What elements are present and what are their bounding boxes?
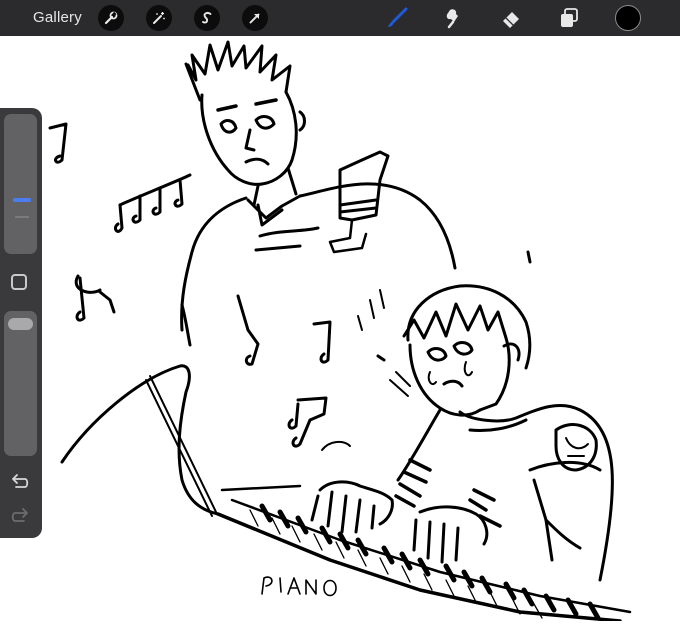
smudge-icon (446, 9, 458, 29)
undo-button[interactable] (9, 472, 31, 492)
modifier-square-icon[interactable] (11, 274, 27, 290)
sketch-artwork (48, 40, 632, 623)
brush-size-thumb[interactable] (13, 198, 31, 202)
actions-wrench-button[interactable] (98, 5, 124, 31)
brush-size-slider[interactable] (4, 114, 37, 254)
drawing-canvas[interactable] (0, 36, 680, 623)
selection-button[interactable] (194, 5, 220, 31)
top-toolbar: Gallery (0, 0, 680, 36)
adjustments-button[interactable] (146, 5, 172, 31)
left-sidebar (0, 108, 42, 538)
redo-button[interactable] (9, 506, 31, 526)
color-swatch[interactable] (615, 5, 641, 31)
brush-size-marker (15, 216, 29, 218)
undo-arrow-icon (12, 474, 29, 488)
redo-arrow-icon (11, 508, 28, 522)
eraser-button[interactable] (499, 5, 525, 31)
opacity-slider[interactable] (4, 311, 37, 456)
smudge-button[interactable] (441, 5, 467, 31)
transform-button[interactable] (242, 5, 268, 31)
wrench-icon (104, 11, 118, 25)
eraser-icon (503, 12, 519, 28)
gallery-button[interactable]: Gallery (33, 9, 82, 26)
layers-button[interactable] (556, 5, 582, 31)
arrow-transform-icon (249, 13, 260, 24)
brush-icon (388, 7, 408, 27)
selection-s-icon (202, 12, 212, 24)
layers-icon (561, 8, 578, 27)
magic-wand-icon (153, 12, 165, 24)
brush-button[interactable] (384, 5, 410, 31)
opacity-thumb[interactable] (8, 318, 33, 330)
